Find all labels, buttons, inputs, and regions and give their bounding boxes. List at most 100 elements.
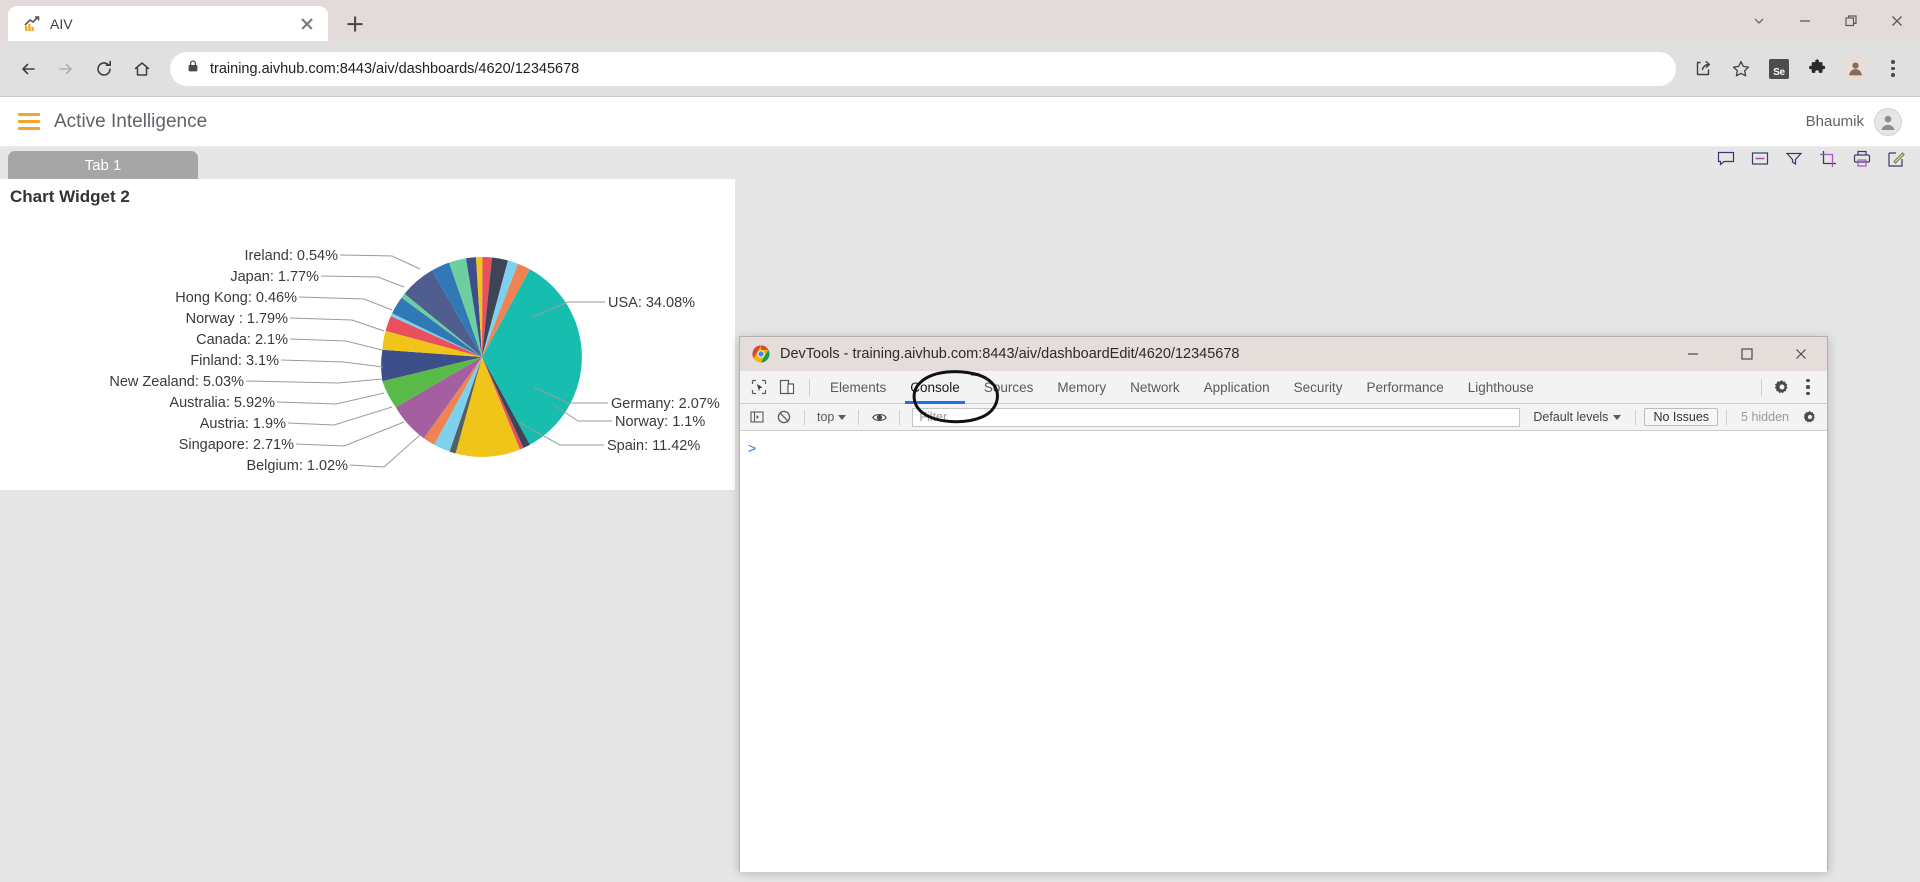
pie-chart-svg: Ireland: 0.54% Japan: 1.77% Hong Kong: 0… [109, 248, 720, 474]
omnibox-actions: Se [1686, 52, 1910, 86]
console-output-panel[interactable]: > [740, 431, 1827, 872]
pie-label-canada: Canada: 2.1% [196, 332, 288, 348]
chevron-down-icon [838, 414, 847, 420]
devtools-tab-console[interactable]: Console [899, 371, 971, 404]
aiv-chart-icon [24, 15, 40, 32]
profile-avatar-icon[interactable] [1838, 52, 1872, 86]
browser-tab-aiv[interactable]: AIV [8, 6, 328, 41]
app-title: Active Intelligence [54, 110, 208, 132]
devtools-tab-memory[interactable]: Memory [1046, 371, 1117, 404]
console-levels-dropdown[interactable]: Default levels [1527, 410, 1627, 424]
restore-icon[interactable] [1828, 0, 1874, 41]
devtools-tab-performance[interactable]: Performance [1355, 371, 1454, 404]
comment-icon[interactable] [1716, 149, 1736, 169]
pie-label-usa: USA: 34.08% [608, 295, 695, 311]
filter-funnel-icon[interactable] [1784, 149, 1804, 169]
edit-pencil-icon[interactable] [1886, 149, 1906, 169]
reload-icon[interactable] [86, 51, 122, 87]
devtools-tab-application[interactable]: Application [1193, 371, 1281, 404]
pie-label-hong-kong: Hong Kong: 0.46% [175, 290, 297, 306]
pie-label-singapore: Singapore: 2.71% [179, 437, 294, 453]
app-header-right: Bhaumik [1805, 107, 1902, 136]
forward-arrow-icon[interactable] [48, 51, 84, 87]
selenium-badge-label: Se [1769, 58, 1789, 79]
browser-tab-strip: AIV [0, 0, 1920, 41]
devtools-tab-lighthouse[interactable]: Lighthouse [1457, 371, 1545, 404]
selenium-extension-icon[interactable]: Se [1762, 52, 1796, 86]
inspect-element-icon[interactable] [746, 374, 772, 400]
live-expression-eye-icon[interactable] [867, 406, 891, 428]
chrome-browser-window: AIV training.aivhub.com:8443/aiv/dashboa… [0, 0, 1920, 882]
hamburger-menu-icon[interactable] [18, 113, 40, 130]
pie-label-japan: Japan: 1.77% [230, 269, 319, 285]
browser-toolbar: training.aivhub.com:8443/aiv/dashboards/… [0, 41, 1920, 97]
address-bar[interactable]: training.aivhub.com:8443/aiv/dashboards/… [170, 51, 1676, 86]
lock-icon [186, 59, 200, 78]
console-prompt-row[interactable]: > [740, 439, 1827, 457]
hidden-messages-count: 5 hidden [1741, 410, 1789, 424]
minimize-icon[interactable] [1671, 337, 1715, 371]
devtools-tab-bar-right [1754, 374, 1821, 400]
console-context-label: top [817, 410, 835, 424]
close-icon[interactable] [1874, 0, 1920, 41]
devtools-tab-network[interactable]: Network [1119, 371, 1191, 404]
pie-label-ireland: Ireland: 0.54% [244, 248, 338, 264]
print-icon[interactable] [1852, 149, 1872, 169]
home-icon[interactable] [124, 51, 160, 87]
new-tab-button[interactable] [338, 7, 372, 41]
filterbar-divider [804, 409, 805, 425]
back-arrow-icon[interactable] [10, 51, 46, 87]
pie-label-norway-2: Norway : 1.79% [186, 311, 288, 327]
pie-chart[interactable]: Ireland: 0.54% Japan: 1.77% Hong Kong: 0… [0, 207, 735, 477]
clear-console-icon[interactable] [772, 406, 796, 428]
console-settings-gear-icon[interactable] [1798, 406, 1822, 428]
bookmark-star-icon[interactable] [1724, 52, 1758, 86]
devtools-tab-security[interactable]: Security [1283, 371, 1354, 404]
close-icon[interactable] [1779, 337, 1823, 371]
chevron-down-icon[interactable] [1736, 0, 1782, 41]
crop-icon[interactable] [1818, 149, 1838, 169]
devtools-title-bar: DevTools - training.aivhub.com:8443/aiv/… [740, 337, 1827, 371]
console-levels-label: Default levels [1533, 410, 1609, 424]
pie-label-australia: Australia: 5.92% [169, 395, 275, 411]
devtools-title: DevTools - training.aivhub.com:8443/aiv/… [780, 346, 1240, 362]
maximize-icon[interactable] [1725, 337, 1769, 371]
pie-label-norway: Norway: 1.1% [615, 414, 705, 430]
dashboard-tab-1[interactable]: Tab 1 [8, 151, 198, 179]
user-avatar-icon[interactable] [1874, 107, 1902, 136]
device-toolbar-icon[interactable] [774, 374, 800, 400]
browser-tab-title: AIV [50, 15, 73, 32]
devtools-window[interactable]: DevTools - training.aivhub.com:8443/aiv/… [739, 336, 1828, 872]
settings-gear-icon[interactable] [1769, 374, 1795, 400]
share-icon[interactable] [1686, 52, 1720, 86]
devtools-more-icon[interactable] [1795, 374, 1821, 400]
toolbar-divider [809, 378, 810, 396]
console-filter-placeholder: Filter [919, 410, 948, 424]
pie-label-finland: Finland: 3.1% [190, 353, 279, 369]
no-issues-button[interactable]: No Issues [1644, 408, 1719, 426]
app-header: Active Intelligence Bhaumik [0, 97, 1920, 147]
pie-label-germany: Germany: 2.07% [611, 396, 720, 412]
devtools-tab-sources[interactable]: Sources [973, 371, 1045, 404]
widget-title: Chart Widget 2 [10, 187, 130, 206]
list-icon[interactable] [1750, 149, 1770, 169]
chrome-menu-icon[interactable] [1876, 52, 1910, 86]
extensions-puzzle-icon[interactable] [1800, 52, 1834, 86]
close-icon[interactable] [298, 15, 316, 33]
pie-slices [381, 256, 582, 457]
address-bar-url: training.aivhub.com:8443/aiv/dashboards/… [210, 60, 580, 77]
chrome-logo-icon [752, 345, 770, 363]
console-prompt-caret: > [748, 440, 757, 456]
dashboard-tab-bar: Tab 1 [0, 147, 1920, 179]
console-context-selector[interactable]: top [813, 410, 850, 424]
console-filter-input[interactable]: Filter [912, 407, 1521, 427]
console-sidebar-icon[interactable] [745, 406, 769, 428]
pie-label-belgium: Belgium: 1.02% [246, 458, 348, 474]
chart-widget-2[interactable]: Chart Widget 2 Ireland: 0.54% Japan: 1.7… [0, 179, 735, 490]
pie-label-austria: Austria: 1.9% [200, 416, 286, 432]
filterbar-divider [1726, 409, 1728, 425]
user-name-label: Bhaumik [1805, 113, 1864, 130]
devtools-tab-elements[interactable]: Elements [819, 371, 897, 404]
console-filter-bar: top Filter Default levels No Issues 5 hi… [740, 404, 1827, 431]
minimize-icon[interactable] [1782, 0, 1828, 41]
